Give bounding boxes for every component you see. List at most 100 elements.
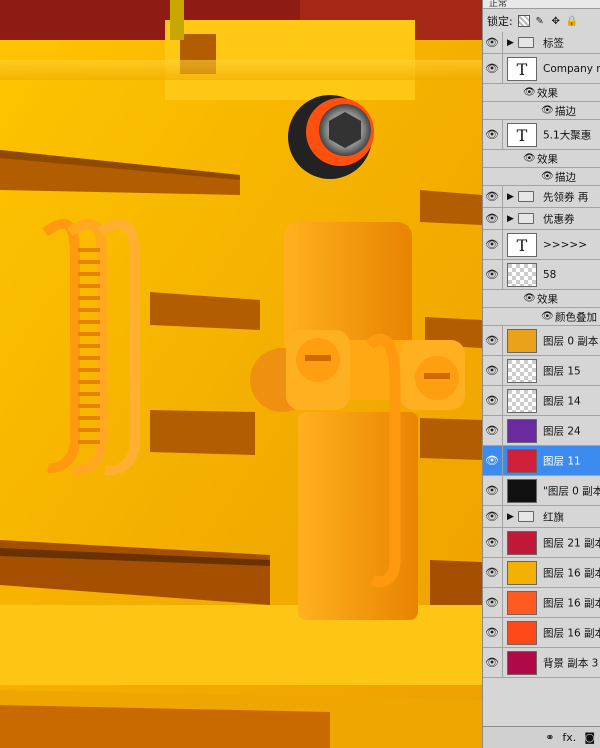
text-layer-icon: T [507,123,537,147]
visibility-eye-icon[interactable]: 👁 [485,36,499,49]
row-divider [502,416,503,445]
pixel-layer[interactable]: 👁 背景 副本 3 [483,648,600,678]
layer-name: 图层 16 副本 [543,597,600,609]
effect-visibility-icon[interactable]: 👁 [523,87,536,98]
layer-thumbnail [507,329,537,353]
layers-bottom-bar: ⚭ fx. ◙ [483,726,600,748]
layer-name: 图层 15 [543,365,581,377]
layer-thumbnail [507,359,537,383]
layer-name: 图层 16 副本 [543,567,600,579]
layer-group[interactable]: 👁 ▶ 标签 [483,32,600,54]
layer-name: >>>>> [543,238,587,251]
visibility-eye-icon[interactable]: 👁 [485,190,499,203]
visibility-eye-icon[interactable]: 👁 [485,536,499,549]
pixel-layer[interactable]: 👁 图层 0 副本 [483,326,600,356]
layer-name: 描边 [555,171,576,183]
effect-visibility-icon[interactable]: 👁 [541,171,554,182]
layer-name: 5.1大聚惠 [543,129,592,141]
expand-triangle-icon[interactable]: ▶ [507,38,514,48]
pixel-layer[interactable]: 👁 图层 14 [483,386,600,416]
pixel-layer[interactable]: 👁 图层 11 [483,446,600,476]
visibility-eye-icon[interactable]: 👁 [485,510,499,523]
layer-effect-item[interactable]: 👁 颜色叠加 [483,308,600,326]
folder-icon [518,190,534,202]
visibility-eye-icon[interactable]: 👁 [485,364,499,377]
visibility-eye-icon[interactable]: 👁 [485,238,499,251]
lock-brush-icon[interactable]: ✎ [534,15,546,27]
visibility-eye-icon[interactable]: 👁 [485,596,499,609]
lock-move-icon[interactable]: ✥ [550,15,562,27]
visibility-eye-icon[interactable]: 👁 [485,484,499,497]
layer-name: 58 [543,268,557,281]
text-layer-icon: T [507,233,537,257]
visibility-eye-icon[interactable]: 👁 [485,394,499,407]
layer-name: 图层 21 副本 [543,537,600,549]
row-divider [502,260,503,289]
visibility-eye-icon[interactable]: 👁 [485,128,499,141]
visibility-eye-icon[interactable]: 👁 [485,62,499,75]
effect-visibility-icon[interactable]: 👁 [541,105,554,116]
visibility-eye-icon[interactable]: 👁 [485,566,499,579]
layer-thumbnail [507,263,537,287]
text-layer[interactable]: 👁 T Company na [483,54,600,84]
layer-name: 颜色叠加 [555,311,597,323]
layer-name: 图层 24 [543,425,581,437]
pixel-layer[interactable]: 👁 图层 21 副本 [483,528,600,558]
expand-triangle-icon[interactable]: ▶ [507,214,514,224]
effect-visibility-icon[interactable]: 👁 [523,293,536,304]
lock-label: 锁定: [487,15,513,28]
visibility-eye-icon[interactable]: 👁 [485,424,499,437]
pixel-layer[interactable]: 👁 图层 16 副本 [483,588,600,618]
pixel-layer[interactable]: 👁 "图层 0 副本 [483,476,600,506]
layer-thumbnail [507,591,537,615]
layer-thumbnail [507,389,537,413]
pixel-layer[interactable]: 👁 图层 16 副本 [483,618,600,648]
layer-name: 背景 副本 3 [543,657,599,669]
effect-visibility-icon[interactable]: 👁 [541,311,554,322]
expand-triangle-icon[interactable]: ▶ [507,512,514,522]
layer-thumbnail [507,561,537,585]
document-canvas[interactable] [0,0,482,748]
layer-effect-item[interactable]: 👁 描边 [483,102,600,120]
layer-effects-row[interactable]: 👁 效果 [483,84,600,102]
visibility-eye-icon[interactable]: 👁 [485,626,499,639]
visibility-eye-icon[interactable]: 👁 [485,212,499,225]
visibility-eye-icon[interactable]: 👁 [485,334,499,347]
layers-panel: 正常 锁定: ✎ ✥ 🔒 👁▶标签👁TCompany na👁效果👁描边👁T5.1… [482,0,600,748]
pixel-layer[interactable]: 👁 58 [483,260,600,290]
layer-name: 图层 14 [543,395,581,407]
pixel-layer[interactable]: 👁 图层 15 [483,356,600,386]
layer-name: 图层 16 副本 [543,627,600,639]
mask-icon[interactable]: ◙ [584,731,595,744]
layer-group[interactable]: 👁 ▶ 先领券 再 [483,186,600,208]
layer-thumbnail [507,621,537,645]
folder-icon [518,510,534,522]
text-layer[interactable]: 👁 T >>>>> [483,230,600,260]
lock-transparent-icon[interactable] [517,15,530,27]
visibility-eye-icon[interactable]: 👁 [485,656,499,669]
row-divider [502,506,503,527]
row-divider [502,476,503,505]
layer-name: 效果 [537,293,558,305]
layer-effect-item[interactable]: 👁 描边 [483,168,600,186]
fx-icon[interactable]: fx. [562,731,576,744]
layer-effects-row[interactable]: 👁 效果 [483,290,600,308]
lock-all-icon[interactable]: 🔒 [566,15,578,27]
layer-name: 先领券 再 [543,191,589,203]
layer-effects-row[interactable]: 👁 效果 [483,150,600,168]
layer-name: 图层 11 [543,455,581,467]
text-layer[interactable]: 👁 T 5.1大聚惠 [483,120,600,150]
pixel-layer[interactable]: 👁 图层 16 副本 [483,558,600,588]
link-icon[interactable]: ⚭ [545,731,554,744]
visibility-eye-icon[interactable]: 👁 [485,454,499,467]
expand-triangle-icon[interactable]: ▶ [507,192,514,202]
layer-thumbnail [507,651,537,675]
layer-group[interactable]: 👁 ▶ 红旗 [483,506,600,528]
blend-mode-select[interactable]: 正常 [483,0,600,9]
layer-group[interactable]: 👁 ▶ 优惠券 [483,208,600,230]
pixel-layer[interactable]: 👁 图层 24 [483,416,600,446]
layer-thumbnail [507,449,537,473]
visibility-eye-icon[interactable]: 👁 [485,268,499,281]
effect-visibility-icon[interactable]: 👁 [523,153,536,164]
layer-thumbnail [507,419,537,443]
